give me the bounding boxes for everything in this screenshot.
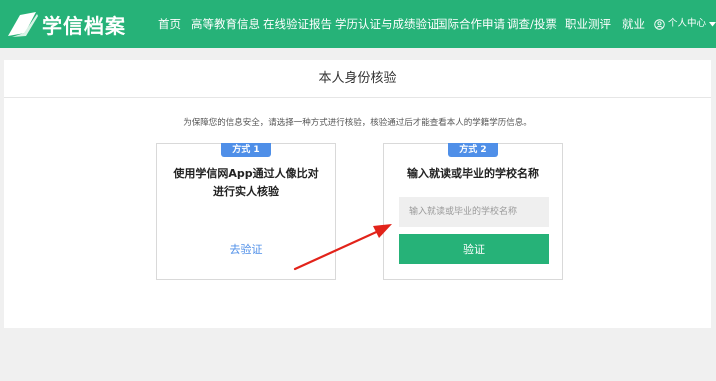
logo-text: 学信档案 [42,13,126,38]
nav-item-online-verification-report[interactable]: 在线验证报告 [263,0,332,48]
nav-item-survey-vote[interactable]: 调查/投票 [507,0,557,48]
nav-item-international-cooperation[interactable]: 国际合作申请 [436,0,505,48]
method-2-description: 输入就读或毕业的学校名称 [407,167,539,180]
user-circle-icon [654,18,665,30]
method-2-panel: 方式 2 输入就读或毕业的学校名称 验证 [383,143,563,280]
user-menu[interactable]: 个人中心 [654,0,716,48]
method-2-badge: 方式 2 [448,143,498,157]
page-title: 本人身份核验 [4,60,711,98]
school-name-input[interactable] [399,197,549,227]
method-1-description: 使用学信网App通过人像比对进行实人核验 [173,167,319,198]
book-icon [8,12,38,37]
nav-item-degree-certification[interactable]: 学历认证与成绩验证 [335,0,439,48]
caret-down-icon [709,21,716,26]
verification-card: 本人身份核验 为保障您的信息安全，请选择一种方式进行核验，核验通过后才能查看本人… [4,60,711,328]
site-logo[interactable]: 学信档案 [6,8,126,40]
nav-item-home[interactable]: 首页 [158,0,181,48]
nav-item-career-assessment[interactable]: 职业测评 [565,0,611,48]
nav-item-higher-education-info[interactable]: 高等教育信息 [191,0,260,48]
go-verify-link[interactable]: 去验证 [157,241,335,257]
verify-button[interactable]: 验证 [399,234,549,264]
user-menu-label: 个人中心 [668,18,707,29]
top-navigation-bar: 学信档案 首页 高等教育信息 在线验证报告 学历认证与成绩验证 国际合作申请 调… [0,0,716,48]
method-1-badge: 方式 1 [221,143,271,157]
security-notice: 为保障您的信息安全，请选择一种方式进行核验，核验通过后才能查看本人的学籍学历信息… [183,118,532,128]
nav-item-employment[interactable]: 就业 [622,0,645,48]
method-1-panel: 方式 1 使用学信网App通过人像比对进行实人核验 去验证 [156,143,336,280]
